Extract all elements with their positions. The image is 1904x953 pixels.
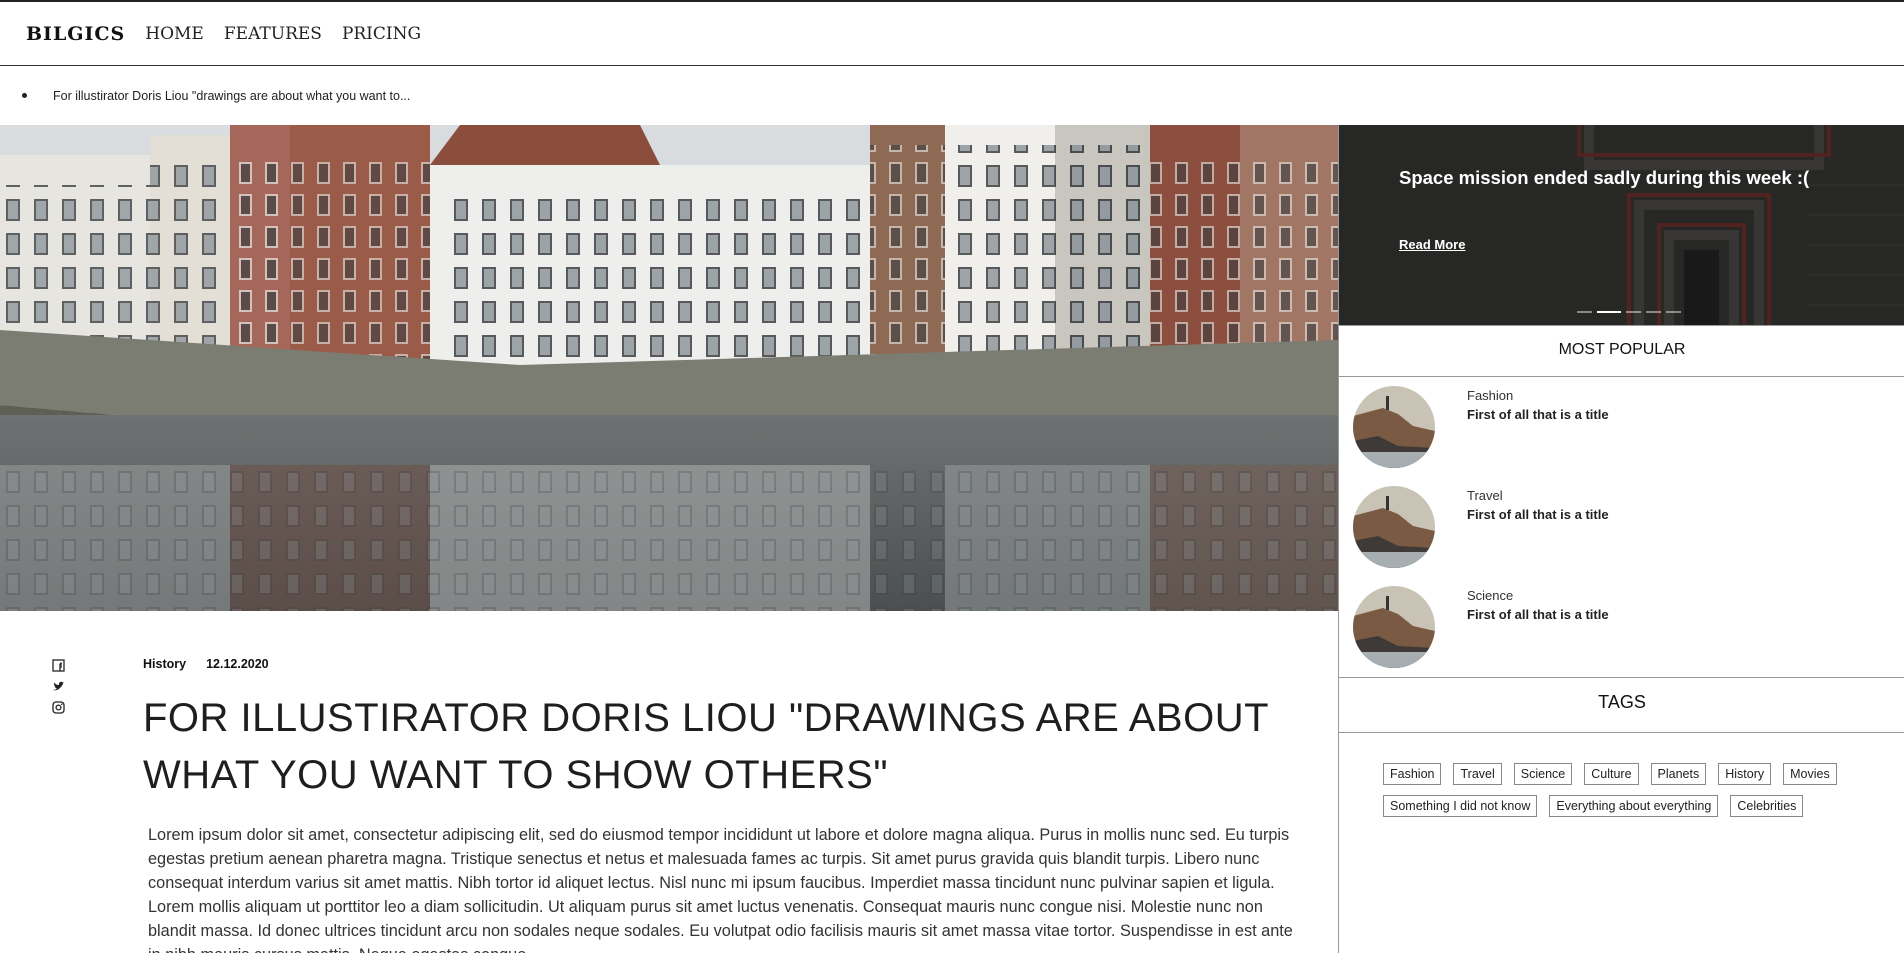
news-ticker: For illustirator Doris Liou "drawings ar… [0, 66, 1904, 125]
slider-pagination [1577, 311, 1681, 313]
social-share [52, 659, 65, 714]
ticker-headline-link[interactable]: For illustirator Doris Liou "drawings ar… [53, 89, 410, 103]
popular-thumbnail [1353, 586, 1435, 668]
article-date: 12.12.2020 [206, 657, 269, 671]
read-more-link[interactable]: Read More [1399, 237, 1465, 252]
featured-slider[interactable]: Space mission ended sadly during this we… [1339, 125, 1904, 325]
brand-logo[interactable]: BILGICS [26, 23, 125, 45]
article-title: FOR ILLUSTIRATOR DORIS LIOU "DRAWINGS AR… [143, 696, 1269, 797]
hero-image [0, 125, 1338, 611]
article-body: Lorem ipsum dolor sit amet, consectetur … [148, 826, 1293, 953]
popular-item[interactable]: Fashion First of all that is a title [1353, 377, 1893, 468]
popular-item[interactable]: Travel First of all that is a title [1353, 477, 1893, 568]
tag-planets[interactable]: Planets [1650, 763, 1707, 785]
tag-celebrities[interactable]: Celebrities [1730, 795, 1804, 817]
tag-travel[interactable]: Travel [1453, 763, 1502, 785]
sidebar: Space mission ended sadly during this we… [1338, 125, 1904, 953]
popular-item[interactable]: Science First of all that is a title [1353, 577, 1893, 668]
bullet-icon [22, 93, 27, 98]
tag-cloud: Fashion Travel Science Culture Planets H… [1383, 763, 1883, 817]
popular-category[interactable]: Travel [1467, 488, 1503, 503]
popular-thumbnail [1353, 386, 1435, 468]
tag-movies[interactable]: Movies [1783, 763, 1837, 785]
popular-title[interactable]: First of all that is a title [1467, 407, 1609, 422]
slider-dot[interactable] [1626, 311, 1641, 313]
popular-category[interactable]: Science [1467, 588, 1513, 603]
tag-something-i-did-not-know[interactable]: Something I did not know [1383, 795, 1538, 817]
tag-fashion[interactable]: Fashion [1383, 763, 1442, 785]
tag-history[interactable]: History [1718, 763, 1772, 785]
tag-science[interactable]: Science [1513, 763, 1573, 785]
tags-heading: TAGS [1339, 677, 1904, 733]
article-category-link[interactable]: History [143, 657, 186, 671]
nav-link-pricing[interactable]: PRICING [342, 24, 421, 44]
popular-title[interactable]: First of all that is a title [1467, 507, 1609, 522]
instagram-icon[interactable] [52, 701, 65, 714]
slider-dot[interactable] [1577, 311, 1592, 313]
most-popular-heading: MOST POPULAR [1339, 325, 1904, 377]
tag-everything-about-everything[interactable]: Everything about everything [1549, 795, 1719, 817]
article-meta: History 12.12.2020 [143, 657, 269, 671]
slider-dot-active[interactable] [1597, 311, 1621, 313]
popular-title[interactable]: First of all that is a title [1467, 607, 1609, 622]
popular-thumbnail [1353, 486, 1435, 568]
popular-category[interactable]: Fashion [1467, 388, 1513, 403]
slider-dot[interactable] [1646, 311, 1661, 313]
slider-dot[interactable] [1666, 311, 1681, 313]
top-navbar: BILGICS HOME FEATURES PRICING [0, 0, 1904, 66]
slider-title: Space mission ended sadly during this we… [1399, 167, 1810, 188]
twitter-icon[interactable] [52, 680, 65, 693]
nav-link-features[interactable]: FEATURES [224, 24, 322, 44]
nav-link-home[interactable]: HOME [145, 24, 204, 44]
facebook-icon[interactable] [52, 659, 65, 672]
tag-culture[interactable]: Culture [1584, 763, 1639, 785]
